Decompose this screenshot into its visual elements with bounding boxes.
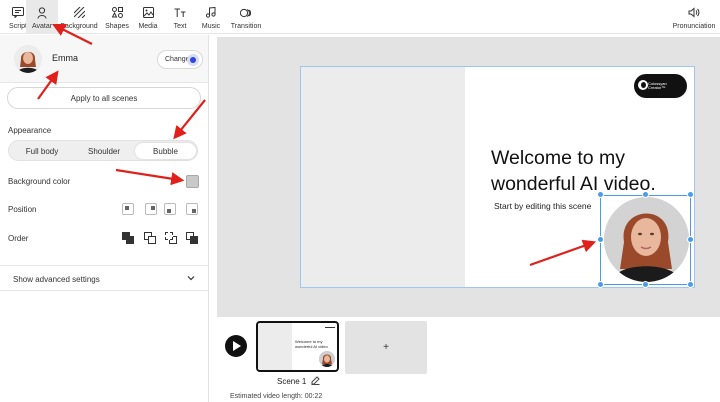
send-to-back-button[interactable] <box>186 232 199 245</box>
advanced-settings-toggle[interactable]: Show advanced settings <box>0 265 208 291</box>
pronunciation-icon <box>688 5 700 21</box>
chevron-down-icon <box>187 276 195 281</box>
background-icon <box>73 5 85 21</box>
headline-line1: Welcome to my <box>491 147 626 169</box>
logo-text: Colossyan Creator™ <box>648 81 667 91</box>
tool-avatar-label: Avatar <box>31 22 53 30</box>
apply-to-all-scenes-button[interactable]: Apply to all scenes <box>7 87 201 109</box>
resize-handle-bottom-left[interactable] <box>597 281 604 288</box>
avatar-name: Emma <box>52 53 79 63</box>
position-label: Position <box>8 205 37 214</box>
scene-name: Scene 1 <box>277 377 307 386</box>
resize-handle-right[interactable] <box>687 236 694 243</box>
tool-pronunciation[interactable]: Pronunciation <box>673 0 715 34</box>
tool-music[interactable]: Music <box>193 0 229 34</box>
change-avatar-button[interactable]: Change <box>157 50 203 69</box>
align-bottom-right-icon <box>192 209 196 213</box>
music-icon <box>206 5 216 21</box>
headline-line2: wonderful AI video. <box>491 173 656 195</box>
appearance-label: Appearance <box>8 126 52 135</box>
script-icon <box>12 5 24 21</box>
tool-background[interactable]: Background <box>60 0 98 34</box>
edit-icon[interactable] <box>311 376 320 385</box>
bring-forward-button[interactable] <box>144 232 157 245</box>
editor-screen: Script Avatar Background Shapes Media Te… <box>0 0 720 402</box>
position-top-left-button[interactable] <box>122 203 134 215</box>
slide-subline[interactable]: Start by editing this scene <box>494 201 591 211</box>
transition-icon <box>240 5 252 21</box>
tool-pronunciation-label: Pronunciation <box>672 22 716 30</box>
position-bottom-left-button[interactable] <box>164 203 176 215</box>
bring-forward-icon-back <box>148 236 156 244</box>
tool-transition-label: Transition <box>230 22 262 30</box>
brand-logo[interactable]: Colossyan Creator™ <box>634 74 687 98</box>
resize-handle-bottom[interactable] <box>642 281 649 288</box>
tool-script-label: Script <box>9 22 27 30</box>
avatar[interactable] <box>14 45 42 73</box>
resize-handle-top-right[interactable] <box>687 191 694 198</box>
change-avatar-label: Change <box>165 56 190 63</box>
resize-handle-bottom-right[interactable] <box>687 281 694 288</box>
bring-to-front-button[interactable] <box>122 232 135 245</box>
align-top-left-icon <box>125 206 129 210</box>
align-top-right-icon <box>151 206 155 210</box>
resize-handle-top[interactable] <box>642 191 649 198</box>
text-icon <box>174 5 186 21</box>
add-scene-button[interactable]: + <box>345 321 427 374</box>
selection-box <box>600 195 691 285</box>
tool-background-label: Background <box>60 22 98 30</box>
thumb-avatar-bubble <box>319 351 335 367</box>
appearance-option-bubble[interactable]: Bubble <box>135 143 196 159</box>
avatar-settings-panel: Emma Change Apply to all scenes Appearan… <box>0 35 209 402</box>
avatar-portrait <box>14 45 42 73</box>
estimated-length: Estimated video length: 00:22 <box>230 393 323 400</box>
media-icon <box>142 5 154 21</box>
logo-mark-icon <box>638 80 648 90</box>
tool-music-label: Music <box>201 22 221 30</box>
thumb-avatar-portrait <box>319 351 335 367</box>
send-backward-button[interactable] <box>165 232 178 245</box>
align-bottom-left-icon <box>167 209 171 213</box>
background-color-swatch[interactable] <box>186 175 199 188</box>
appearance-selector: Full body Shoulder Bubble <box>8 140 198 161</box>
resize-handle-left[interactable] <box>597 236 604 243</box>
tool-avatar[interactable]: Avatar <box>26 0 58 34</box>
tool-text-label: Text <box>173 22 187 30</box>
scene-thumbnail[interactable]: Welcome to my wonderful AI video <box>256 321 339 372</box>
resize-handle-top-left[interactable] <box>597 191 604 198</box>
position-bottom-right-button[interactable] <box>186 203 198 215</box>
send-to-back-icon-back <box>190 236 198 244</box>
slide-left-block <box>301 67 465 287</box>
send-backward-icon-front <box>165 232 173 240</box>
change-indicator-icon <box>187 54 199 66</box>
logo-text-line2: Creator™ <box>648 85 666 90</box>
avatar-row: Emma Change <box>0 35 208 83</box>
appearance-option-shoulder[interactable]: Shoulder <box>73 143 135 159</box>
position-top-right-button[interactable] <box>145 203 157 215</box>
tool-shapes-label: Shapes <box>105 22 129 30</box>
background-color-label: Background color <box>8 177 71 186</box>
tool-media[interactable]: Media <box>130 0 166 34</box>
tool-transition[interactable]: Transition <box>228 0 264 34</box>
tool-media-label: Media <box>138 22 158 30</box>
thumb-text: Welcome to my wonderful AI video <box>295 339 328 349</box>
top-toolbar: Script Avatar Background Shapes Media Te… <box>0 0 720 34</box>
slide-headline[interactable]: Welcome to my wonderful AI video. <box>491 145 691 197</box>
order-label: Order <box>8 234 29 243</box>
advanced-settings-label: Show advanced settings <box>13 275 100 284</box>
thumb-logo <box>325 327 335 328</box>
thumb-left-block <box>258 323 292 370</box>
shapes-icon <box>111 5 123 21</box>
avatar-icon <box>37 5 47 21</box>
play-button[interactable] <box>225 335 247 357</box>
appearance-option-full-body[interactable]: Full body <box>11 143 73 159</box>
bring-to-front-icon-front <box>122 232 130 240</box>
